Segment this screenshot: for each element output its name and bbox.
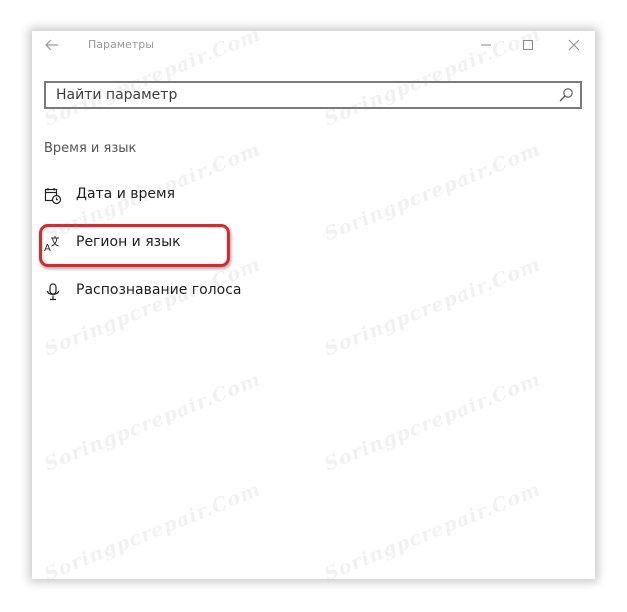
search-box[interactable]: [44, 81, 582, 109]
maximize-button[interactable]: [507, 31, 549, 59]
search-icon[interactable]: [558, 87, 574, 103]
search-input[interactable]: [46, 83, 546, 107]
language-icon: A: [44, 236, 59, 253]
calendar-clock-icon: [44, 188, 62, 205]
nav-item-speech[interactable]: Распознавание голоса: [32, 276, 595, 308]
page: Параметры Найти параметр Время и язык Да…: [0, 0, 627, 612]
titlebar: Параметры: [32, 31, 595, 59]
section-heading: Время и язык: [44, 141, 137, 156]
minimize-icon: [481, 44, 491, 46]
settings-window: Параметры Найти параметр Время и язык Да…: [32, 31, 595, 579]
nav-item-label: Дата и время: [76, 186, 175, 202]
window-title: Параметры: [88, 38, 154, 51]
nav-item-label: Распознавание голоса: [76, 282, 242, 298]
nav-item-label: Регион и язык: [76, 234, 181, 250]
watermark: Soringpcrepair.Com: [41, 368, 264, 476]
back-arrow-icon: [45, 39, 58, 51]
watermark: Soringpcrepair.Com: [321, 478, 544, 579]
watermark: Soringpcrepair.Com: [41, 478, 264, 579]
nav-item-region-language[interactable]: A Регион и язык: [32, 228, 595, 260]
close-button[interactable]: [553, 31, 595, 59]
close-icon: [568, 39, 580, 51]
watermark: Soringpcrepair.Com: [321, 368, 544, 476]
minimize-button[interactable]: [465, 31, 507, 59]
svg-text:A: A: [44, 243, 51, 253]
back-button[interactable]: [41, 35, 63, 55]
maximize-icon: [523, 40, 533, 50]
nav-item-date-time[interactable]: Дата и время: [32, 180, 595, 212]
microphone-icon: [46, 283, 60, 301]
